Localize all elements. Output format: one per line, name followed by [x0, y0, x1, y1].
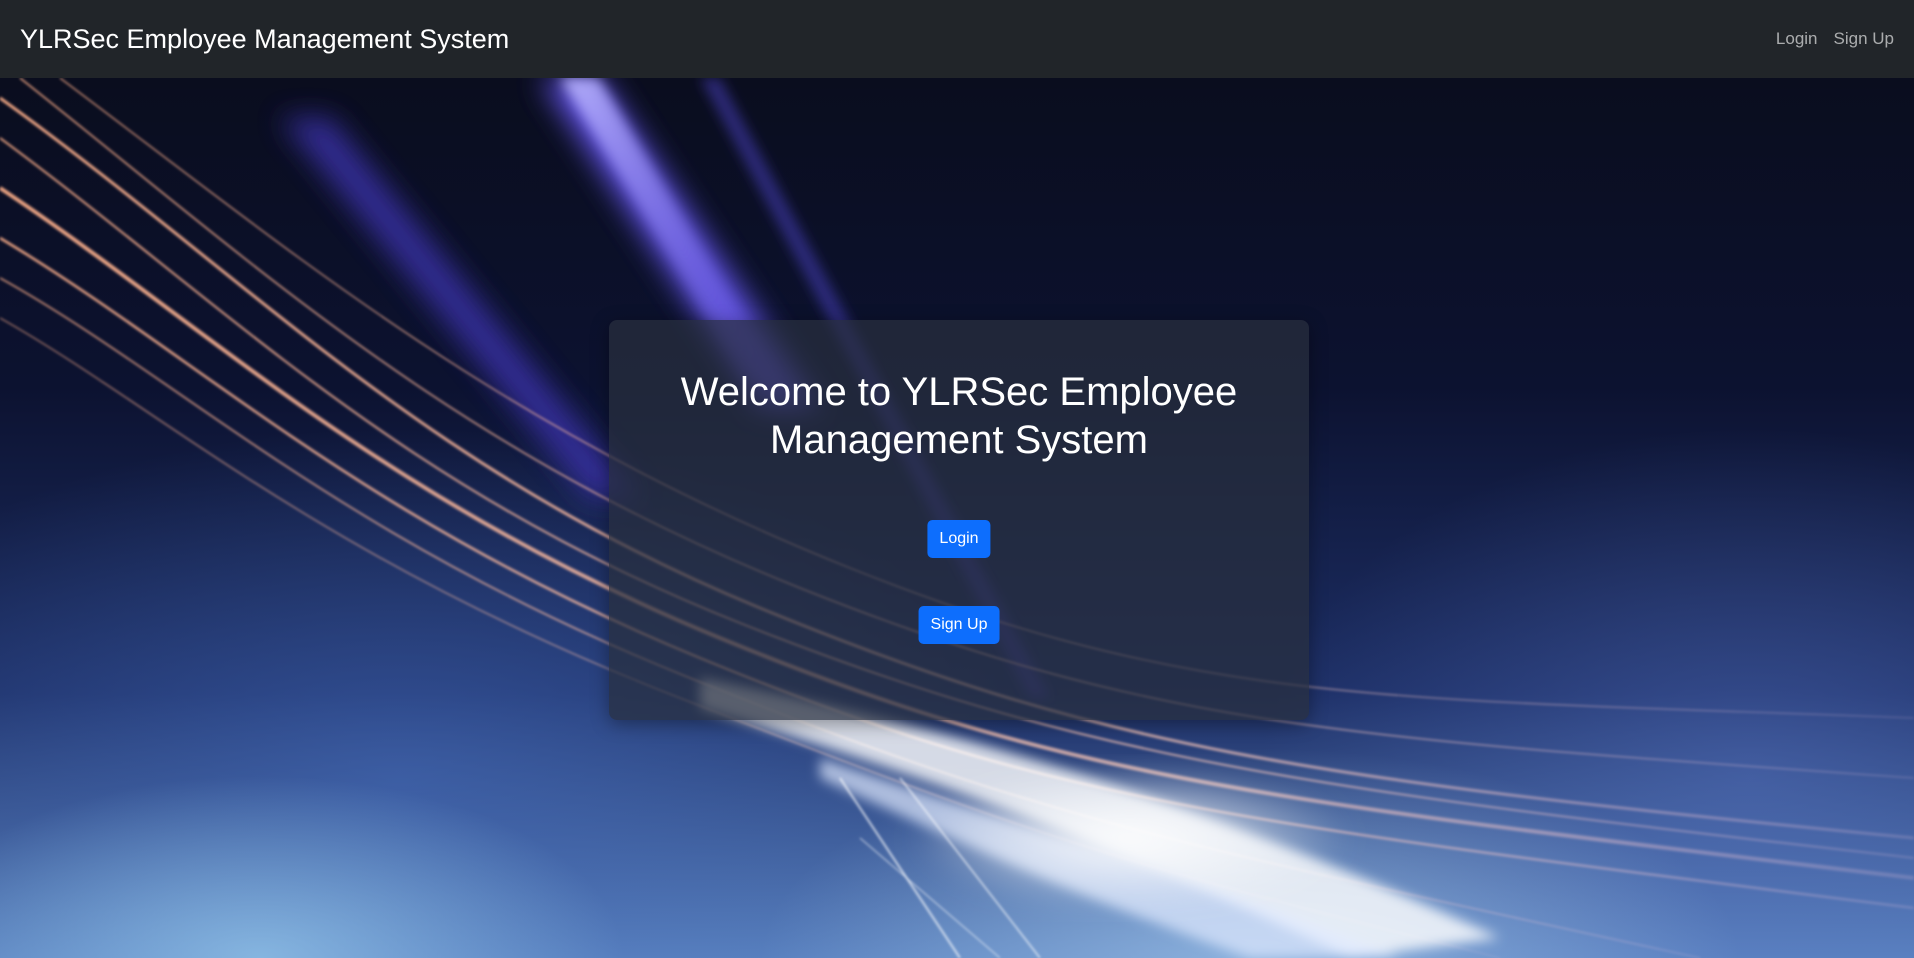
signup-button[interactable]: Sign Up — [918, 606, 1000, 644]
hero-background: Welcome to YLRSec Employee Management Sy… — [0, 78, 1914, 958]
navbar-brand[interactable]: YLRSec Employee Management System — [20, 24, 509, 55]
welcome-title: Welcome to YLRSec Employee Management Sy… — [680, 370, 1238, 462]
welcome-card: Welcome to YLRSec Employee Management Sy… — [609, 320, 1309, 720]
nav-signup-link[interactable]: Sign Up — [1834, 29, 1894, 49]
nav-login-link[interactable]: Login — [1776, 29, 1818, 49]
login-button[interactable]: Login — [927, 520, 991, 558]
nav-links: Login Sign Up — [1776, 29, 1894, 49]
navbar: YLRSec Employee Management System Login … — [0, 0, 1914, 78]
